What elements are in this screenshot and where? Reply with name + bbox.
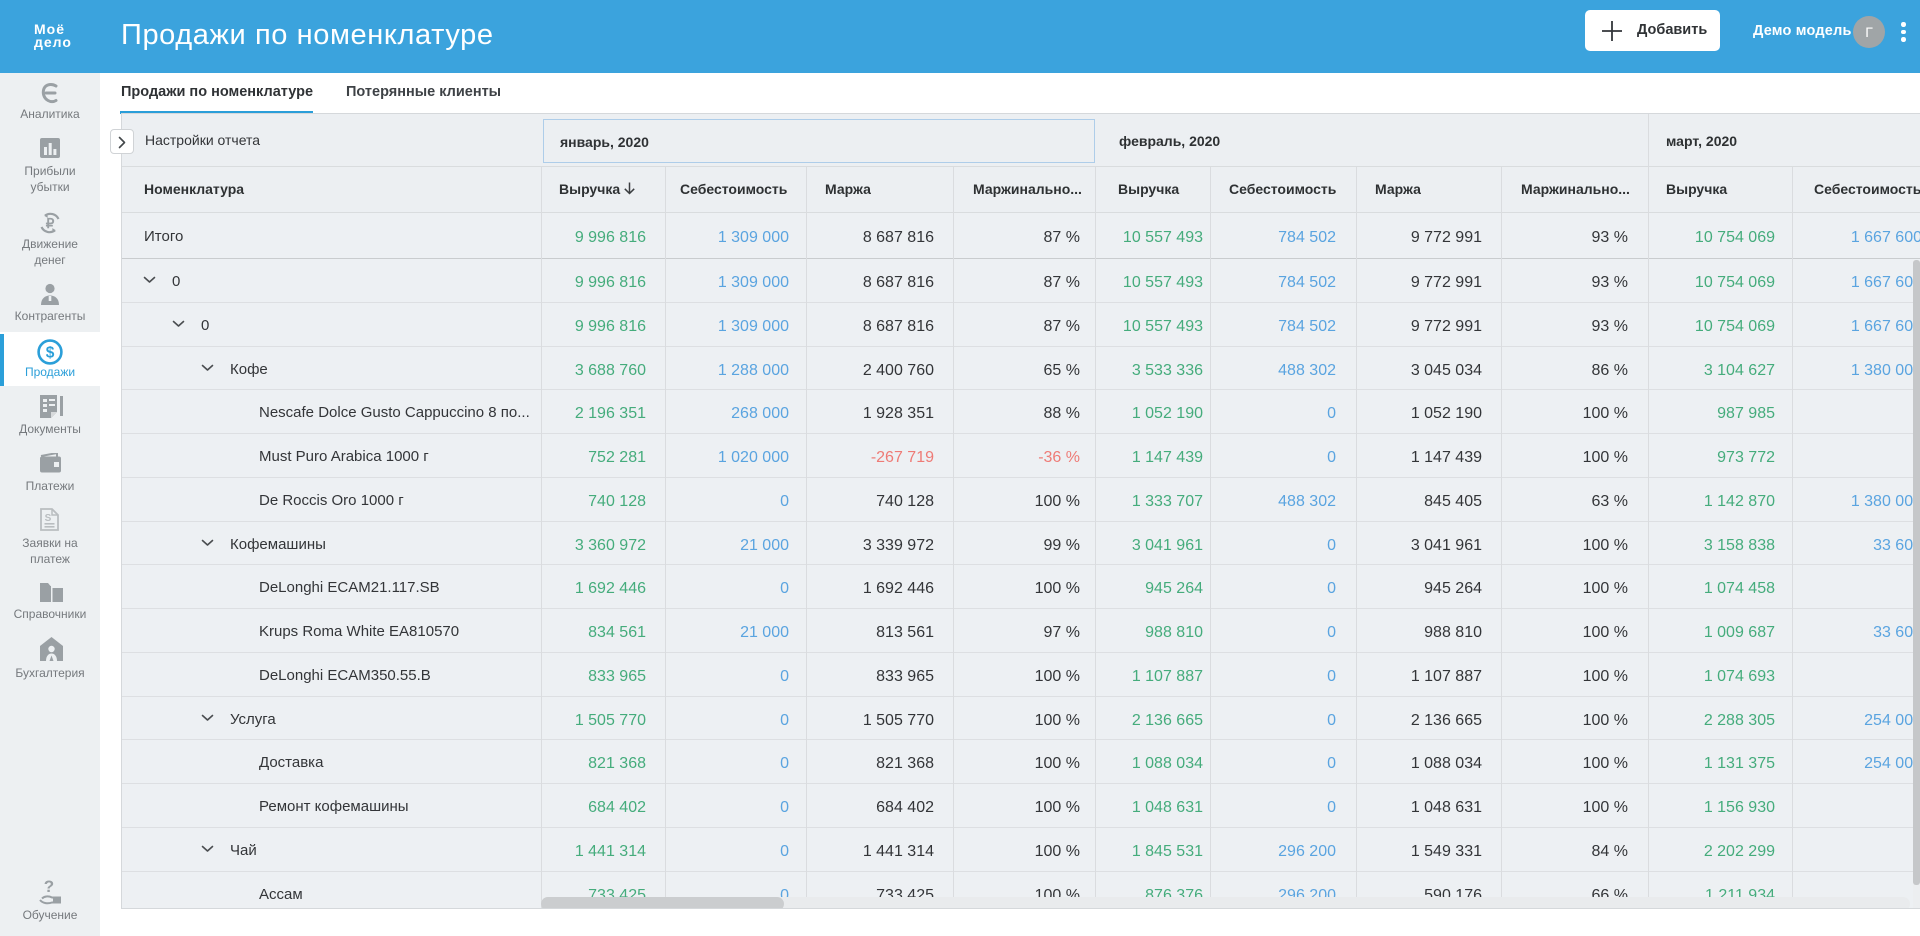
- svg-text:₽: ₽: [46, 216, 55, 231]
- svg-text:S: S: [45, 513, 52, 524]
- svg-text:$: $: [46, 345, 55, 362]
- svg-text:?: ?: [44, 877, 54, 896]
